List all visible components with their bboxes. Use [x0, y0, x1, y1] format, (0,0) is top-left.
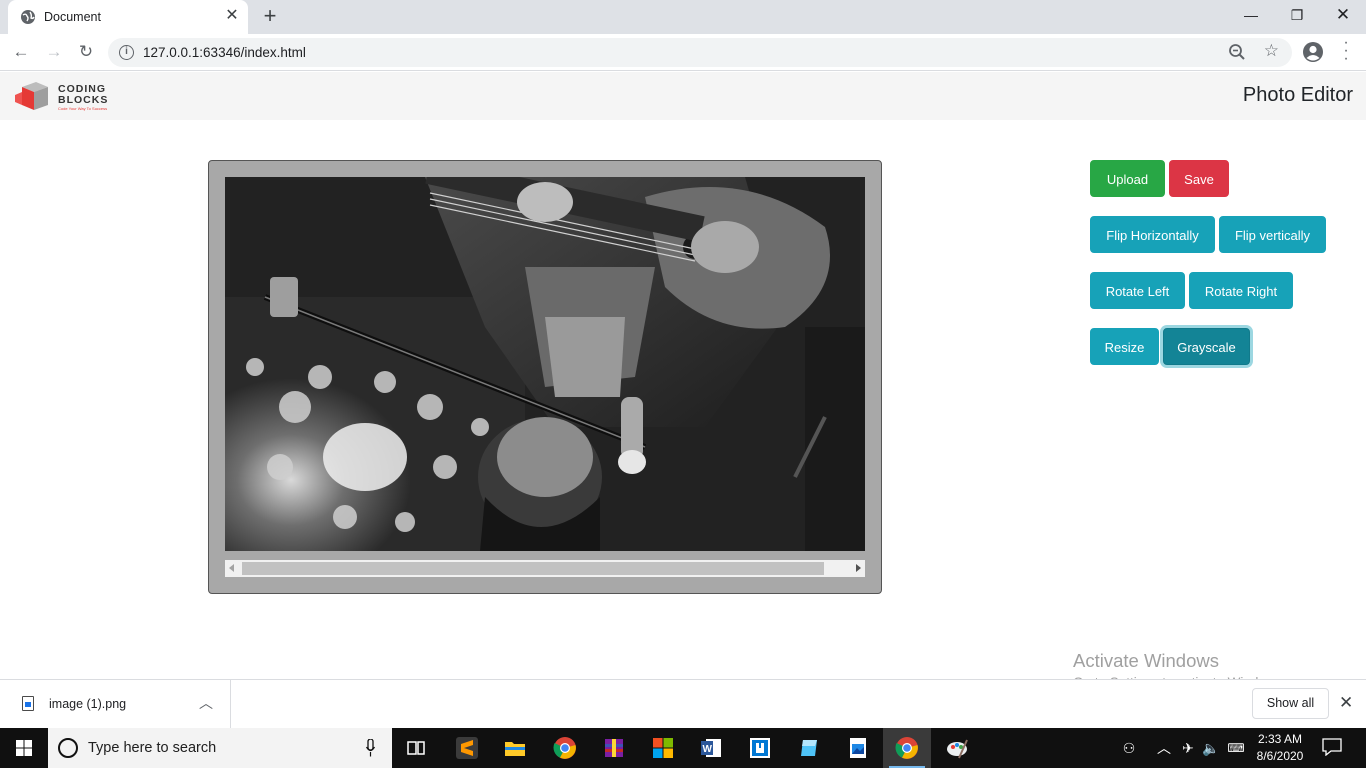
save-button[interactable]: Save	[1169, 160, 1229, 197]
action-center-icon[interactable]	[1322, 738, 1342, 756]
tab-close-icon[interactable]: ✕	[222, 6, 242, 26]
paint-3d-icon[interactable]	[785, 728, 833, 768]
download-item[interactable]: image (1).png ︿	[0, 680, 231, 728]
windows-taskbar: Type here to search W ⚇ ︿ ✈ 🔈 ⌨ 2:33 AM …	[0, 728, 1366, 768]
search-placeholder: Type here to search	[88, 740, 217, 756]
upload-button[interactable]: Upload	[1090, 160, 1165, 197]
volume-icon[interactable]: 🔈	[1201, 728, 1221, 768]
svg-text:W: W	[703, 744, 713, 755]
rotate-right-button[interactable]: Rotate Right	[1189, 272, 1293, 309]
window-close-icon[interactable]: ✕	[1320, 0, 1366, 30]
minimize-icon[interactable]: —	[1228, 0, 1274, 30]
office-icon[interactable]	[639, 728, 687, 768]
people-icon[interactable]: ⚇	[1118, 728, 1140, 768]
sublime-text-icon[interactable]	[443, 728, 491, 768]
photos-icon[interactable]	[834, 728, 882, 768]
clock-time: 2:33 AM	[1257, 732, 1303, 746]
browser-toolbar: ← → ↻ i 127.0.0.1:63346/index.html ☆ · · ·	[0, 34, 1366, 71]
grayscale-concert-photo	[225, 177, 865, 551]
show-all-button[interactable]: Show all	[1252, 688, 1329, 719]
winrar-icon[interactable]	[590, 728, 638, 768]
store-app-icon[interactable]	[736, 728, 784, 768]
scrollbar-thumb[interactable]	[242, 562, 824, 575]
windows-start-icon[interactable]	[0, 728, 48, 768]
url-text[interactable]: 127.0.0.1:63346/index.html	[143, 45, 306, 60]
rotate-left-button[interactable]: Rotate Left	[1090, 272, 1185, 309]
flip-vertically-button[interactable]: Flip vertically	[1219, 216, 1326, 253]
chevron-up-icon[interactable]: ︿	[199, 693, 213, 713]
flip-horizontally-button[interactable]: Flip Horizontally	[1090, 216, 1215, 253]
resize-button[interactable]: Resize	[1090, 328, 1159, 365]
clock-date: 8/6/2020	[1256, 749, 1304, 763]
airplane-mode-icon[interactable]: ✈	[1178, 728, 1198, 768]
web-page: CODING BLOCKS Code Your Way To Success P…	[0, 72, 1366, 690]
chrome-active-icon[interactable]	[883, 728, 931, 768]
edited-photo	[225, 177, 865, 551]
back-icon[interactable]: ←	[9, 40, 33, 64]
logo-word-blocks: BLOCKS	[58, 94, 109, 106]
download-file-name[interactable]: image (1).png	[49, 697, 126, 711]
taskbar-clock[interactable]: 2:33 AM 8/6/2020	[1249, 731, 1311, 765]
horizontal-scrollbar[interactable]	[225, 560, 865, 577]
scroll-left-arrow-icon[interactable]	[229, 564, 234, 572]
paint-icon[interactable]	[933, 728, 981, 768]
tab-title: Document	[44, 10, 101, 24]
site-info-icon[interactable]: i	[119, 45, 134, 60]
chrome-icon[interactable]	[541, 728, 589, 768]
browser-menu-icon[interactable]: · · ·	[1336, 35, 1356, 67]
browser-tab-strip: Document ✕ + — ❐ ✕	[0, 0, 1366, 34]
reload-icon[interactable]: ↻	[74, 40, 98, 64]
word-icon[interactable]: W	[687, 728, 735, 768]
keyboard-language-icon[interactable]: ⌨	[1226, 728, 1246, 768]
microphone-icon[interactable]	[366, 739, 375, 757]
browser-tab[interactable]: Document ✕	[8, 0, 248, 34]
taskbar-search-box[interactable]: Type here to search	[48, 728, 392, 768]
scroll-right-arrow-icon[interactable]	[856, 564, 861, 572]
task-view-icon[interactable]	[392, 728, 440, 768]
image-file-icon	[22, 696, 34, 711]
cortana-icon	[58, 738, 78, 758]
download-bar: image (1).png ︿ Show all ✕	[0, 679, 1366, 728]
app-navbar: CODING BLOCKS Code Your Way To Success P…	[0, 72, 1366, 120]
coding-blocks-logo[interactable]: CODING BLOCKS Code Your Way To Success	[14, 80, 114, 112]
download-bar-close-icon[interactable]: ✕	[1339, 693, 1353, 713]
watermark-line1: Activate Windows	[1073, 650, 1219, 671]
grayscale-button[interactable]: Grayscale	[1163, 328, 1250, 365]
tray-chevron-up-icon[interactable]: ︿	[1155, 728, 1173, 768]
profile-avatar-icon[interactable]	[1302, 41, 1324, 63]
forward-icon[interactable]: →	[42, 40, 66, 64]
image-canvas-frame	[208, 160, 882, 594]
globe-icon	[21, 10, 35, 24]
page-title: Photo Editor	[1242, 84, 1353, 106]
address-bar[interactable]: i 127.0.0.1:63346/index.html ☆	[108, 38, 1292, 67]
bookmark-star-icon[interactable]: ☆	[1264, 41, 1279, 61]
zoom-out-icon[interactable]	[1228, 43, 1246, 61]
logo-cube-icon	[15, 82, 48, 110]
file-explorer-icon[interactable]	[491, 728, 539, 768]
new-tab-icon[interactable]: +	[258, 4, 282, 28]
logo-tagline: Code Your Way To Success	[58, 106, 108, 111]
restore-icon[interactable]: ❐	[1274, 0, 1320, 30]
